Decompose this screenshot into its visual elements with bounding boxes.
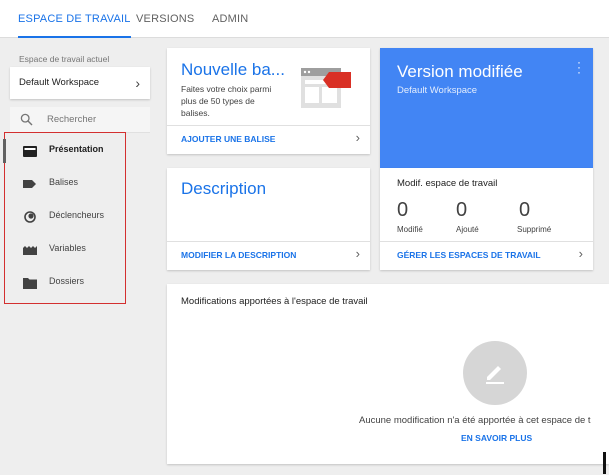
variables-icon [23, 246, 37, 255]
sidebar-item-balises[interactable]: Balises [5, 168, 125, 200]
modified-count: 0 [397, 199, 409, 221]
sidebar-item-variables[interactable]: Variables [5, 234, 125, 266]
tag-icon [23, 180, 36, 188]
sidebar-item-dossiers[interactable]: Dossiers [5, 267, 125, 299]
modifications-card: Modifications apportées à l'espace de tr… [167, 284, 609, 464]
chevron-right-icon[interactable]: › [356, 246, 360, 261]
edit-pencil-icon [486, 366, 504, 384]
sidebar-item-label: Déclencheurs [49, 210, 105, 220]
empty-state-text: Aucune modification n'a été apportée à c… [359, 415, 591, 426]
version-card: Version modifiée Default Workspace · · · [380, 48, 593, 168]
folder-open-icon [23, 146, 37, 157]
tab-admin[interactable]: ADMIN [212, 0, 248, 38]
modified-label: Modifié [397, 225, 423, 234]
workspace-selector[interactable]: Default Workspace › [10, 67, 150, 99]
more-vert-icon[interactable]: · · · [577, 56, 581, 78]
workspace-changes-title: Modif. espace de travail [397, 178, 498, 189]
tag-illustration-icon [301, 68, 351, 108]
new-tag-desc-line-3: balises. [181, 108, 210, 118]
add-tag-link[interactable]: AJOUTER UNE BALISE [181, 134, 275, 144]
card-divider [380, 241, 593, 242]
nav-highlight-box: Présentation Balises Déclencheurs Variab… [3, 132, 126, 304]
version-subtitle: Default Workspace [397, 85, 478, 96]
new-tag-title: Nouvelle ba... [181, 60, 285, 79]
manage-workspaces-link[interactable]: GÉRER LES ESPACES DE TRAVAIL [397, 250, 541, 260]
workspace-label: Espace de travail actuel [19, 54, 110, 64]
deleted-label: Supprimé [517, 225, 552, 234]
added-label: Ajouté [456, 225, 479, 234]
card-divider [167, 125, 370, 126]
sidebar-item-presentation[interactable]: Présentation [3, 135, 125, 167]
folder-icon [23, 278, 37, 289]
top-tab-bar: ESPACE DE TRAVAIL VERSIONS ADMIN [0, 0, 609, 38]
chevron-right-icon[interactable]: › [356, 130, 360, 145]
learn-more-link[interactable]: EN SAVOIR PLUS [461, 433, 532, 443]
text-cursor [603, 452, 606, 474]
modifications-title: Modifications apportées à l'espace de tr… [181, 296, 368, 307]
workspace-changes-card: Modif. espace de travail GÉRER LES ESPAC… [380, 168, 593, 270]
card-divider [167, 241, 370, 242]
search-icon [20, 113, 33, 126]
sidebar-item-label: Dossiers [49, 276, 85, 286]
chevron-right-icon: › [135, 75, 140, 91]
tab-espace-de-travail[interactable]: ESPACE DE TRAVAIL [18, 0, 131, 38]
added-count: 0 [456, 199, 468, 221]
description-title: Description [181, 179, 267, 198]
sidebar: Espace de travail actuel Default Workspa… [0, 38, 159, 475]
sidebar-item-declencheurs[interactable]: Déclencheurs [5, 201, 125, 233]
description-card: Description MODIFIER LA DESCRIPTION › [167, 168, 370, 270]
tab-versions[interactable]: VERSIONS [136, 0, 194, 38]
chevron-right-icon[interactable]: › [579, 246, 583, 261]
new-tag-desc-line-2: plus de 50 types de [181, 96, 255, 106]
sidebar-item-label: Balises [49, 177, 79, 187]
sidebar-item-label: Présentation [49, 144, 104, 154]
workspace-value: Default Workspace [19, 77, 100, 88]
search-input[interactable]: Rechercher [10, 107, 150, 133]
sidebar-item-label: Variables [49, 243, 86, 253]
search-placeholder: Rechercher [47, 114, 97, 125]
deleted-count: 0 [519, 199, 531, 221]
empty-state-circle [463, 341, 527, 405]
new-tag-card: Nouvelle ba... Faites votre choix parmi … [167, 48, 370, 154]
edit-description-link[interactable]: MODIFIER LA DESCRIPTION [181, 250, 296, 260]
version-title: Version modifiée [397, 62, 523, 81]
trigger-icon [24, 211, 36, 223]
new-tag-desc-line-1: Faites votre choix parmi [181, 84, 272, 94]
